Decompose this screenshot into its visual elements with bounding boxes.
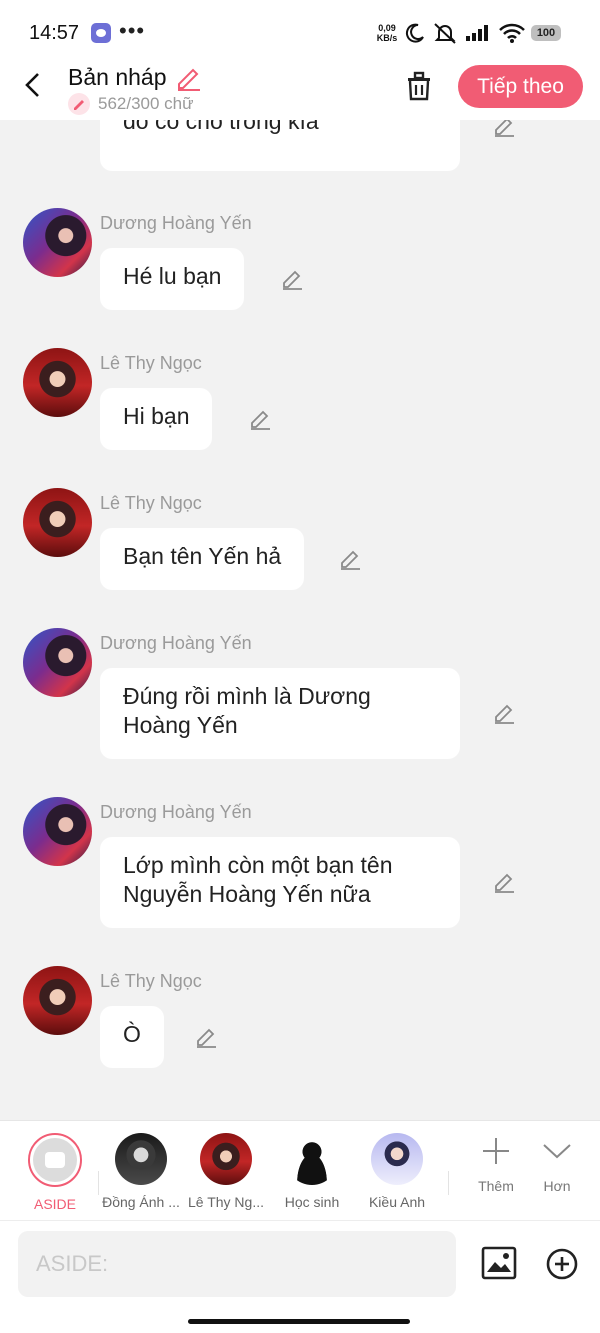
silhouette-avatar <box>286 1133 338 1185</box>
aside-avatar <box>28 1133 82 1187</box>
character-label: Học sinh <box>284 1194 340 1210</box>
expand-label: Hơn <box>543 1178 571 1194</box>
avatar[interactable] <box>23 628 92 697</box>
edit-message-icon[interactable] <box>492 870 516 894</box>
message-text: Hi bạn <box>123 403 190 429</box>
message-bubble[interactable]: đó có chỗ trống kìa <box>100 120 460 171</box>
add-circle-icon[interactable] <box>546 1248 578 1280</box>
home-indicator[interactable] <box>188 1319 410 1324</box>
page-title: Bản nháp <box>68 64 167 90</box>
character-item[interactable]: Học sinh <box>269 1133 355 1210</box>
divider <box>448 1171 449 1195</box>
character-label: Kiều Anh <box>368 1194 426 1210</box>
network-speed-value: 0,09 <box>378 23 396 33</box>
message-text-line: Nguyễn Hoàng Yến nữa <box>123 881 371 907</box>
message-bubble[interactable]: Hi bạn <box>100 388 213 450</box>
message-text-line: Lớp mình còn một bạn tên <box>123 852 393 878</box>
expand-button[interactable]: Hơn <box>527 1135 587 1194</box>
message-text: Hé lu bạn <box>123 263 222 289</box>
rename-edit-icon[interactable] <box>174 64 202 92</box>
plus-icon <box>483 1138 509 1164</box>
next-button[interactable]: Tiếp theo <box>458 65 583 108</box>
character-aside[interactable]: ASIDE <box>12 1133 98 1212</box>
pencil-icon <box>68 93 90 115</box>
edit-message-icon[interactable] <box>492 701 516 725</box>
messenger-icon <box>91 23 111 43</box>
delete-button[interactable] <box>404 70 434 102</box>
message-text: Ò <box>123 1021 141 1047</box>
chevron-down-icon <box>543 1144 571 1159</box>
avatar[interactable] <box>23 966 92 1035</box>
message-text: Bạn tên Yến hả <box>123 543 282 569</box>
message-bubble[interactable]: Đúng rồi mình là Dương Hoàng Yến <box>100 668 460 759</box>
image-icon[interactable] <box>481 1246 517 1280</box>
message-text: đó có chỗ trống kìa <box>123 120 319 134</box>
avatar[interactable] <box>23 348 92 417</box>
edit-message-icon[interactable] <box>194 1025 218 1049</box>
back-button[interactable] <box>18 70 48 100</box>
battery-icon: 100 <box>531 25 561 41</box>
edit-message-icon[interactable] <box>338 547 362 571</box>
status-time: 14:57 <box>29 22 80 44</box>
silent-icon <box>434 23 456 44</box>
edit-message-icon[interactable] <box>492 120 516 138</box>
message-text-line: Hoàng Yến <box>123 712 238 738</box>
message-text-line: Đúng rồi mình là Dương <box>123 683 371 709</box>
signal-icon <box>466 25 488 41</box>
network-speed: 0,09 KB/s <box>374 23 400 43</box>
status-bar: 14:57 ••• 0,09 KB/s 100 <box>0 0 600 62</box>
sender-name: Lê Thy Ngọc <box>100 493 202 513</box>
edit-message-icon[interactable] <box>280 267 304 291</box>
avatar[interactable] <box>23 797 92 866</box>
avatar <box>200 1133 252 1185</box>
character-item[interactable]: Đồng Ánh ... <box>98 1133 184 1210</box>
message-bubble[interactable]: Bạn tên Yến hả <box>100 528 305 590</box>
message-bubble[interactable]: Hé lu bạn <box>100 248 245 310</box>
word-count-text: 562/300 chữ <box>98 94 194 113</box>
character-item[interactable]: Kiều Anh <box>354 1133 440 1210</box>
avatar <box>371 1133 423 1185</box>
character-label: Lê Thy Ng... <box>187 1194 264 1210</box>
edit-message-icon[interactable] <box>248 407 272 431</box>
add-label: Thêm <box>478 1178 514 1194</box>
top-bar: Bản nháp 562/300 chữ Tiếp theo <box>0 62 600 120</box>
character-label: Đồng Ánh ... <box>102 1194 180 1210</box>
sender-name: Lê Thy Ngọc <box>100 353 202 373</box>
status-more-dots: ••• <box>119 18 146 43</box>
sender-name: Dương Hoàng Yến <box>100 213 252 233</box>
add-character-button[interactable]: Thêm <box>466 1135 526 1194</box>
avatar[interactable] <box>23 208 92 277</box>
bottom-panel: ASIDE Đồng Ánh ... Lê Thy Ng... Học sinh… <box>0 1120 600 1333</box>
character-item[interactable]: Lê Thy Ng... <box>183 1133 269 1210</box>
chat-bubble-icon <box>45 1152 65 1168</box>
message-bubble[interactable]: Ò <box>100 1006 164 1068</box>
character-label: ASIDE <box>33 1196 76 1212</box>
sender-name: Dương Hoàng Yến <box>100 802 252 822</box>
network-speed-unit: KB/s <box>376 33 398 43</box>
sender-name: Lê Thy Ngọc <box>100 971 202 991</box>
message-input[interactable]: ASIDE: <box>18 1231 456 1297</box>
divider <box>0 1220 600 1221</box>
wifi-icon <box>499 23 525 43</box>
avatar <box>115 1133 167 1185</box>
chat-list: đó có chỗ trống kìa Dương Hoàng Yến Hé l… <box>0 120 600 1120</box>
avatar[interactable] <box>23 488 92 557</box>
message-bubble[interactable]: Lớp mình còn một bạn tên Nguyễn Hoàng Yế… <box>100 837 460 928</box>
moon-icon <box>405 23 424 43</box>
sender-name: Dương Hoàng Yến <box>100 633 252 653</box>
